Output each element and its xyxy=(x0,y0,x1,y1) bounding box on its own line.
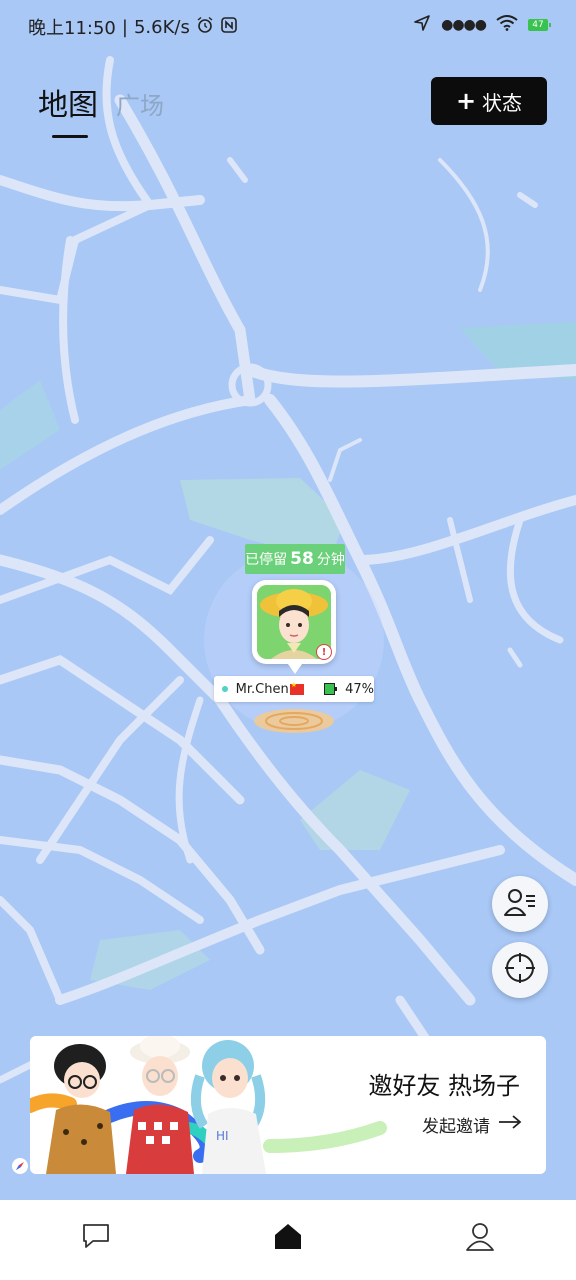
add-status-button[interactable]: + 状态 xyxy=(431,77,547,125)
profile-icon xyxy=(465,1221,495,1255)
invite-action-label: 发起邀请 xyxy=(422,1117,490,1137)
invite-action-link[interactable]: 发起邀请 xyxy=(422,1112,522,1137)
clock-text: 晚上11:50 xyxy=(28,18,116,39)
add-status-label: 状态 xyxy=(482,90,523,115)
user-name-tag: Mr.Chen 47% xyxy=(214,676,374,702)
top-tabs: 地图 广场 xyxy=(38,80,164,138)
online-dot xyxy=(222,686,228,692)
nav-home[interactable] xyxy=(268,1218,308,1258)
user-battery: 47% xyxy=(345,681,374,697)
contacts-icon xyxy=(504,887,536,921)
signal-dots-icon: ●●●● xyxy=(441,17,487,33)
invite-friends-banner[interactable]: HI 邀好友 热场子 发起邀请 xyxy=(30,1036,546,1174)
plus-icon: + xyxy=(455,87,477,115)
nav-profile[interactable] xyxy=(460,1218,500,1258)
locate-button[interactable] xyxy=(492,942,548,998)
stay-prefix: 已停留 xyxy=(245,552,288,568)
arrow-right-icon xyxy=(498,1114,522,1135)
location-arrow-icon xyxy=(413,14,431,36)
invite-title: 邀好友 热场子 xyxy=(368,1072,520,1100)
tab-map[interactable]: 地图 xyxy=(38,80,98,138)
user-avatar-marker[interactable]: ! xyxy=(252,580,336,674)
alarm-icon xyxy=(196,16,214,39)
china-flag-icon xyxy=(289,681,304,695)
svg-text:HI: HI xyxy=(216,1129,229,1143)
nfc-icon xyxy=(220,16,238,39)
wifi-icon xyxy=(496,15,518,35)
user-name: Mr.Chen xyxy=(235,681,289,697)
tab-square[interactable]: 广场 xyxy=(116,86,164,124)
status-right: ●●●● 47 xyxy=(413,14,551,36)
nav-chat[interactable] xyxy=(76,1218,116,1258)
locate-icon xyxy=(503,951,537,989)
battery-level-icon xyxy=(323,683,338,695)
status-bar: 晚上11:50 | 5.6K/s ●●●● 47 xyxy=(0,0,576,52)
battery-icon: 47 xyxy=(528,19,551,31)
banner-characters-illustration: HI xyxy=(30,1036,387,1174)
stay-suffix: 分钟 xyxy=(316,552,345,568)
status-left: 晚上11:50 | 5.6K/s xyxy=(28,14,238,40)
compass-icon[interactable] xyxy=(12,1158,28,1174)
chat-icon xyxy=(81,1221,111,1255)
contacts-button[interactable] xyxy=(492,876,548,932)
stay-duration-badge: 已停留 58 分钟 xyxy=(245,544,345,574)
home-icon xyxy=(273,1221,303,1255)
stay-minutes: 58 xyxy=(290,549,314,569)
bottom-nav xyxy=(0,1200,576,1280)
network-speed: 5.6K/s xyxy=(133,16,190,38)
warning-icon: ! xyxy=(316,644,332,660)
